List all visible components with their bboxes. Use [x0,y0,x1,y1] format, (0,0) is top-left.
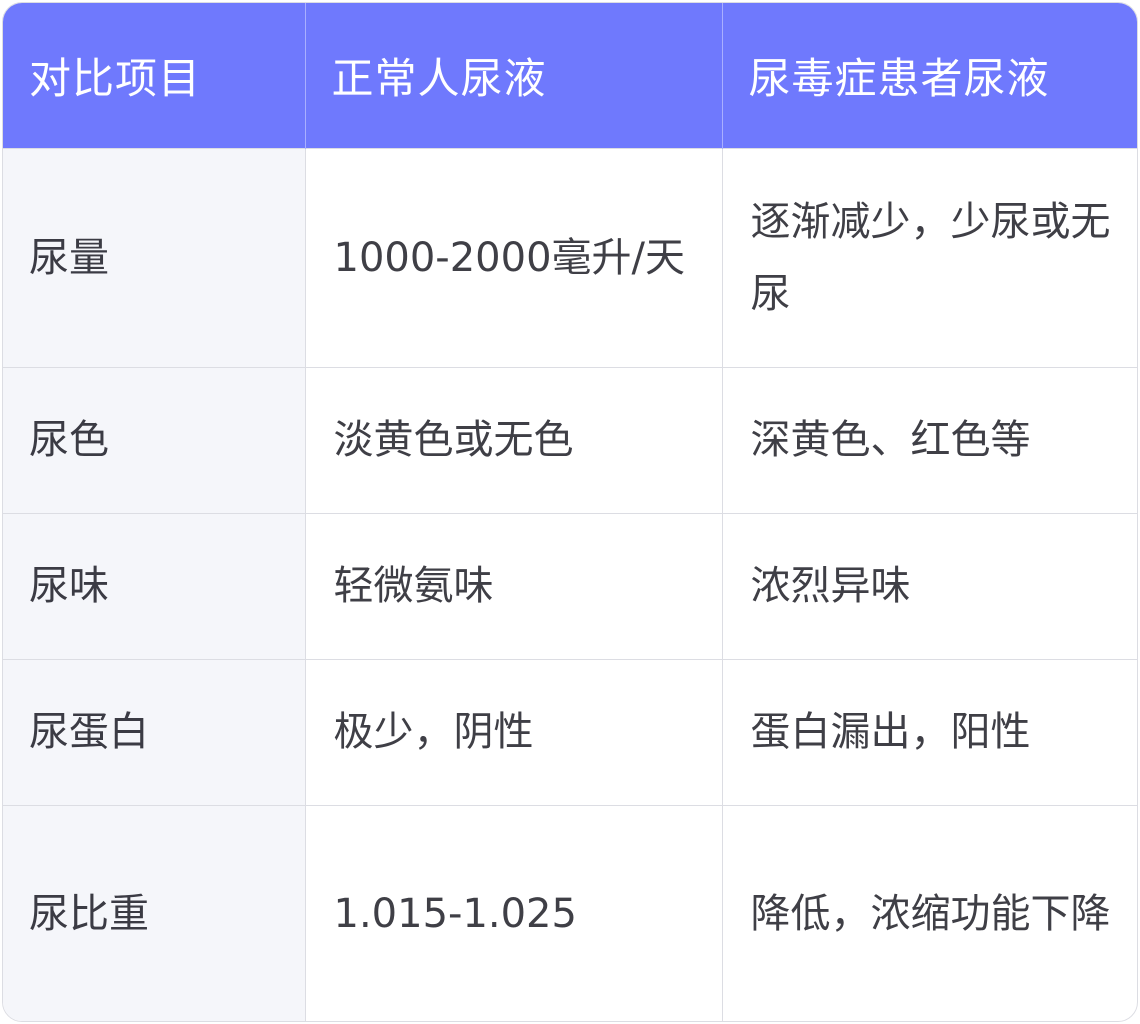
uremia-value: 深黄色、红色等 [722,366,1137,513]
table-row: 尿色 淡黄色或无色 深黄色、红色等 [3,366,1137,513]
normal-value: 极少，阴性 [305,658,723,805]
header-item: 对比项目 [3,3,306,148]
uremia-value: 浓烈异味 [722,512,1137,659]
uremia-value: 逐渐减少，少尿或无尿 [722,147,1137,367]
row-label: 尿色 [3,366,306,513]
header-normal-urine: 正常人尿液 [305,3,723,148]
row-label: 尿量 [3,147,306,367]
table-body: 尿量 1000-2000毫升/天 逐渐减少，少尿或无尿 尿色 淡黄色或无色 深黄… [3,147,1137,1021]
row-label: 尿味 [3,512,306,659]
header-row: 对比项目 正常人尿液 尿毒症患者尿液 [3,3,1137,148]
table-row: 尿味 轻微氨味 浓烈异味 [3,512,1137,659]
table-row: 尿蛋白 极少，阴性 蛋白漏出，阳性 [3,658,1137,805]
normal-value: 1.015-1.025 [305,804,723,1021]
row-label: 尿蛋白 [3,658,306,805]
comparison-table: 对比项目 正常人尿液 尿毒症患者尿液 尿量 1000-2000毫升/天 逐渐减少… [3,3,1137,1021]
normal-value: 轻微氨味 [305,512,723,659]
uremia-value: 蛋白漏出，阳性 [722,658,1137,805]
normal-value: 淡黄色或无色 [305,366,723,513]
uremia-value: 降低，浓缩功能下降 [722,804,1137,1021]
header-uremia-urine: 尿毒症患者尿液 [722,3,1137,148]
table-row: 尿量 1000-2000毫升/天 逐渐减少，少尿或无尿 [3,147,1137,367]
normal-value: 1000-2000毫升/天 [305,147,723,367]
table-row: 尿比重 1.015-1.025 降低，浓缩功能下降 [3,804,1137,1021]
row-label: 尿比重 [3,804,306,1021]
comparison-table-container: 对比项目 正常人尿液 尿毒症患者尿液 尿量 1000-2000毫升/天 逐渐减少… [2,2,1138,1022]
table-header: 对比项目 正常人尿液 尿毒症患者尿液 [3,3,1137,148]
